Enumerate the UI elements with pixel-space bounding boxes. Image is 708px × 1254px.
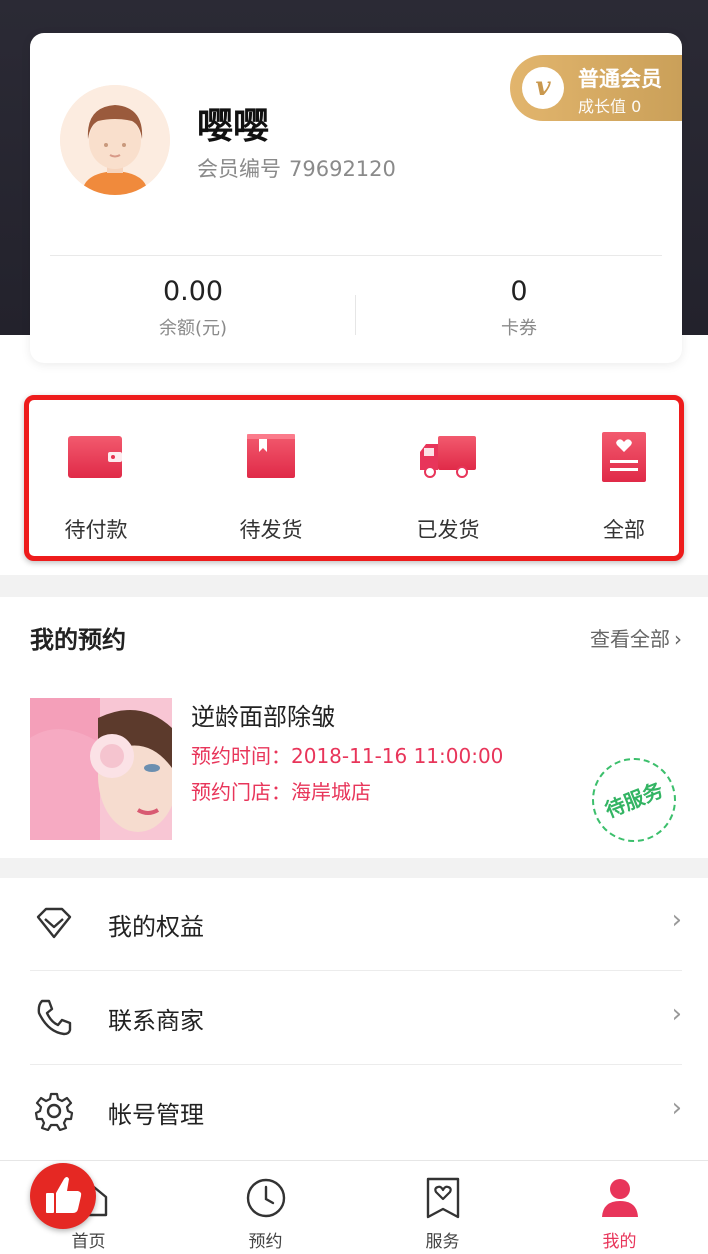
clock-icon [246, 1178, 286, 1218]
order-label: 待付款 [64, 518, 128, 542]
appointment-name[interactable]: 逆龄面部除皱 [191, 697, 335, 732]
chevron-right-icon: › [671, 905, 682, 935]
divider [50, 255, 662, 256]
tab-label: 预约 [248, 1232, 283, 1252]
menu-item-account[interactable]: 帐号管理 › [30, 1065, 682, 1159]
balance-label: 余额(元) [158, 318, 228, 339]
avatar[interactable] [60, 85, 170, 195]
balance-value: 0.00 [162, 276, 224, 307]
tab-label: 服务 [425, 1232, 460, 1252]
status-stamp: 待服务 [592, 758, 676, 842]
user-name: 嘤嘤 [197, 106, 270, 147]
order-label: 全部 [603, 518, 645, 542]
order-pending-shipment[interactable]: 待发货 [206, 430, 336, 544]
coupon-label: 卡券 [501, 318, 537, 339]
profile-card: 嘤嘤 会员编号 79692120 v 普通会员 成长值 0 0.00 余额(元) … [30, 33, 682, 363]
appointment-thumbnail[interactable] [30, 698, 172, 840]
chevron-right-icon: › [671, 999, 682, 1029]
gear-icon [34, 1092, 74, 1131]
box-icon [247, 434, 295, 478]
coupon-stat[interactable]: 0 卡券 [356, 276, 682, 340]
truck-icon [420, 436, 476, 478]
tab-mine[interactable]: 我的 [531, 1161, 708, 1254]
tab-label: 我的 [602, 1232, 637, 1252]
appointments-title: 我的预约 [30, 626, 126, 654]
view-all-label: 查看全部 [590, 627, 670, 651]
chevron-right-icon: › [674, 627, 682, 651]
member-number-label: 会员编号 [197, 157, 281, 181]
menu-item-contact[interactable]: 联系商家 › [30, 971, 682, 1065]
appointment-time: 预约时间：2018-11-16 11:00:00 [191, 744, 504, 768]
appointment-store: 预约门店：海岸城店 [191, 780, 371, 804]
user-icon [602, 1179, 638, 1217]
member-number: 会员编号 79692120 [197, 153, 396, 183]
growth-value: 成长值 0 [578, 97, 642, 116]
menu-label: 联系商家 [108, 1007, 204, 1035]
order-label: 待发货 [239, 518, 303, 542]
order-all[interactable]: 全部 [559, 430, 689, 544]
order-status-panel: 待付款 待发货 已发货 全部 [24, 395, 684, 561]
member-number-value: 79692120 [289, 157, 396, 181]
menu-item-benefits[interactable]: 我的权益 › [30, 877, 682, 971]
order-label: 已发货 [416, 518, 480, 542]
order-shipped[interactable]: 已发货 [383, 430, 513, 544]
tab-appointment[interactable]: 预约 [177, 1161, 354, 1254]
phone-icon [37, 999, 72, 1036]
menu-label: 我的权益 [108, 913, 204, 941]
coupon-value: 0 [510, 276, 528, 307]
tab-service[interactable]: 服务 [354, 1161, 531, 1254]
v-icon: v [522, 67, 564, 109]
diamond-icon [36, 907, 72, 939]
bottom-tab-bar: 首页 预约 服务 我的 [0, 1160, 708, 1254]
balance-stat[interactable]: 0.00 余额(元) [30, 276, 356, 340]
service-icon [426, 1177, 460, 1219]
wallet-icon [68, 436, 122, 478]
view-all-link[interactable]: 查看全部 › [590, 623, 682, 652]
section-gap [0, 858, 708, 878]
status-text: 待服务 [601, 777, 667, 823]
like-button[interactable] [30, 1163, 96, 1229]
tab-label: 首页 [71, 1232, 106, 1252]
member-tier-badge[interactable]: v 普通会员 成长值 0 [510, 55, 682, 121]
thumbs-up-icon [46, 1177, 82, 1213]
list-icon [602, 432, 646, 482]
menu-label: 帐号管理 [108, 1101, 204, 1129]
tier-name: 普通会员 [578, 67, 662, 91]
section-gap [0, 575, 708, 597]
order-pending-payment[interactable]: 待付款 [31, 430, 161, 544]
chevron-right-icon: › [671, 1093, 682, 1123]
